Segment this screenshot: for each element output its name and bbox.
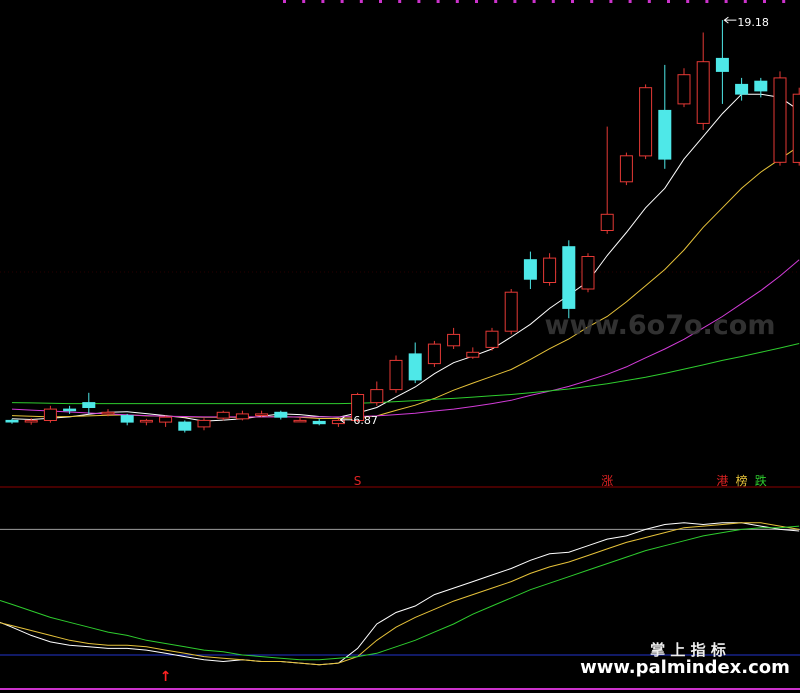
candle (389, 355, 403, 393)
candle-body-down (754, 80, 768, 92)
top-tick (551, 0, 555, 3)
candle-body-up (773, 77, 787, 163)
candle-body-down (178, 421, 192, 431)
candle-body-up (43, 408, 57, 422)
top-tick (782, 0, 786, 3)
candle (639, 84, 653, 160)
top-tick (494, 0, 498, 3)
top-tick (609, 0, 613, 3)
top-tick (436, 0, 440, 3)
candle-body-up (619, 155, 633, 183)
candle (773, 71, 787, 166)
top-tick (628, 0, 632, 3)
candle (485, 327, 499, 351)
candle-body-up (543, 257, 557, 284)
candle-body-down (408, 353, 422, 381)
top-tick (302, 0, 306, 3)
candle (792, 87, 800, 166)
candle-body-down (735, 83, 749, 95)
candle-body-down (523, 259, 537, 280)
top-tick (724, 0, 728, 3)
signal-marker: 涨 (601, 473, 613, 488)
candle-body-up (447, 333, 461, 347)
candle-body-up (24, 419, 38, 423)
buy-arrow-marker: ↑ (160, 669, 172, 685)
candle (427, 340, 441, 367)
top-tick (379, 0, 382, 3)
top-tick (571, 0, 574, 3)
top-tick (532, 0, 536, 3)
top-tick (763, 0, 766, 3)
candle (581, 253, 595, 293)
candle (178, 420, 192, 433)
candle-body-down (63, 408, 77, 412)
top-tick (667, 0, 670, 3)
signal-marker: S (354, 474, 362, 488)
top-tick (705, 0, 709, 3)
top-tick (398, 0, 402, 3)
candle-body-up (677, 74, 691, 105)
candle-body-up (197, 419, 211, 428)
candle-body-down (120, 415, 134, 423)
candle-body-up (600, 213, 614, 232)
candle-body-down (658, 109, 672, 160)
candle-body-up (427, 343, 441, 365)
candle-body-up (139, 419, 153, 423)
candle (619, 152, 633, 186)
top-tick (321, 0, 325, 3)
top-tick (455, 0, 459, 3)
candle (504, 289, 518, 335)
candle-body-up (255, 413, 269, 416)
signal-marker: 港 (716, 474, 728, 488)
stock-chart: 19.186.87 S 涨港榜跌↑ www.6o7o.com 掌 上 指 标 ww… (0, 0, 800, 693)
signal-marker: 榜 (736, 473, 748, 488)
top-tick (417, 0, 421, 3)
candle-body-down (715, 57, 729, 72)
candle-body-up (639, 87, 653, 157)
candle-body-down (5, 419, 19, 423)
candle-body-up (485, 330, 499, 348)
candle-body-up (389, 359, 403, 391)
top-tick (475, 0, 478, 3)
candle-body-up (466, 351, 480, 358)
candle-body-up (235, 413, 249, 420)
signal-marker: 跌 (755, 473, 767, 488)
candle-body-down (562, 246, 576, 309)
candle (562, 240, 576, 319)
top-tick (340, 0, 344, 3)
candle-body-down (312, 420, 326, 425)
candle-body-down (82, 402, 96, 409)
candle-body-up (696, 61, 710, 124)
candle-body-down (274, 411, 288, 418)
price-annotation-label: 6.87 (353, 414, 378, 427)
watermark-mid: www.6o7o.com (545, 310, 776, 341)
candle-body-up (792, 93, 800, 163)
candle-body-up (370, 389, 384, 404)
top-tick (743, 0, 747, 3)
candle-body-up (159, 416, 173, 423)
candle-body-up (504, 291, 518, 332)
top-tick (647, 0, 651, 3)
price-annotation-label: 19.18 (737, 16, 769, 29)
candle-body-up (293, 419, 307, 423)
top-tick (283, 0, 286, 3)
candle-body-up (581, 256, 595, 290)
candle-body-up (101, 411, 115, 415)
top-tick (590, 0, 594, 3)
top-tick (513, 0, 517, 3)
watermark-url: www.palmindex.com (580, 657, 790, 678)
candle-body-up (216, 411, 230, 419)
candle (543, 253, 557, 286)
top-tick (686, 0, 690, 3)
top-tick (359, 0, 363, 3)
